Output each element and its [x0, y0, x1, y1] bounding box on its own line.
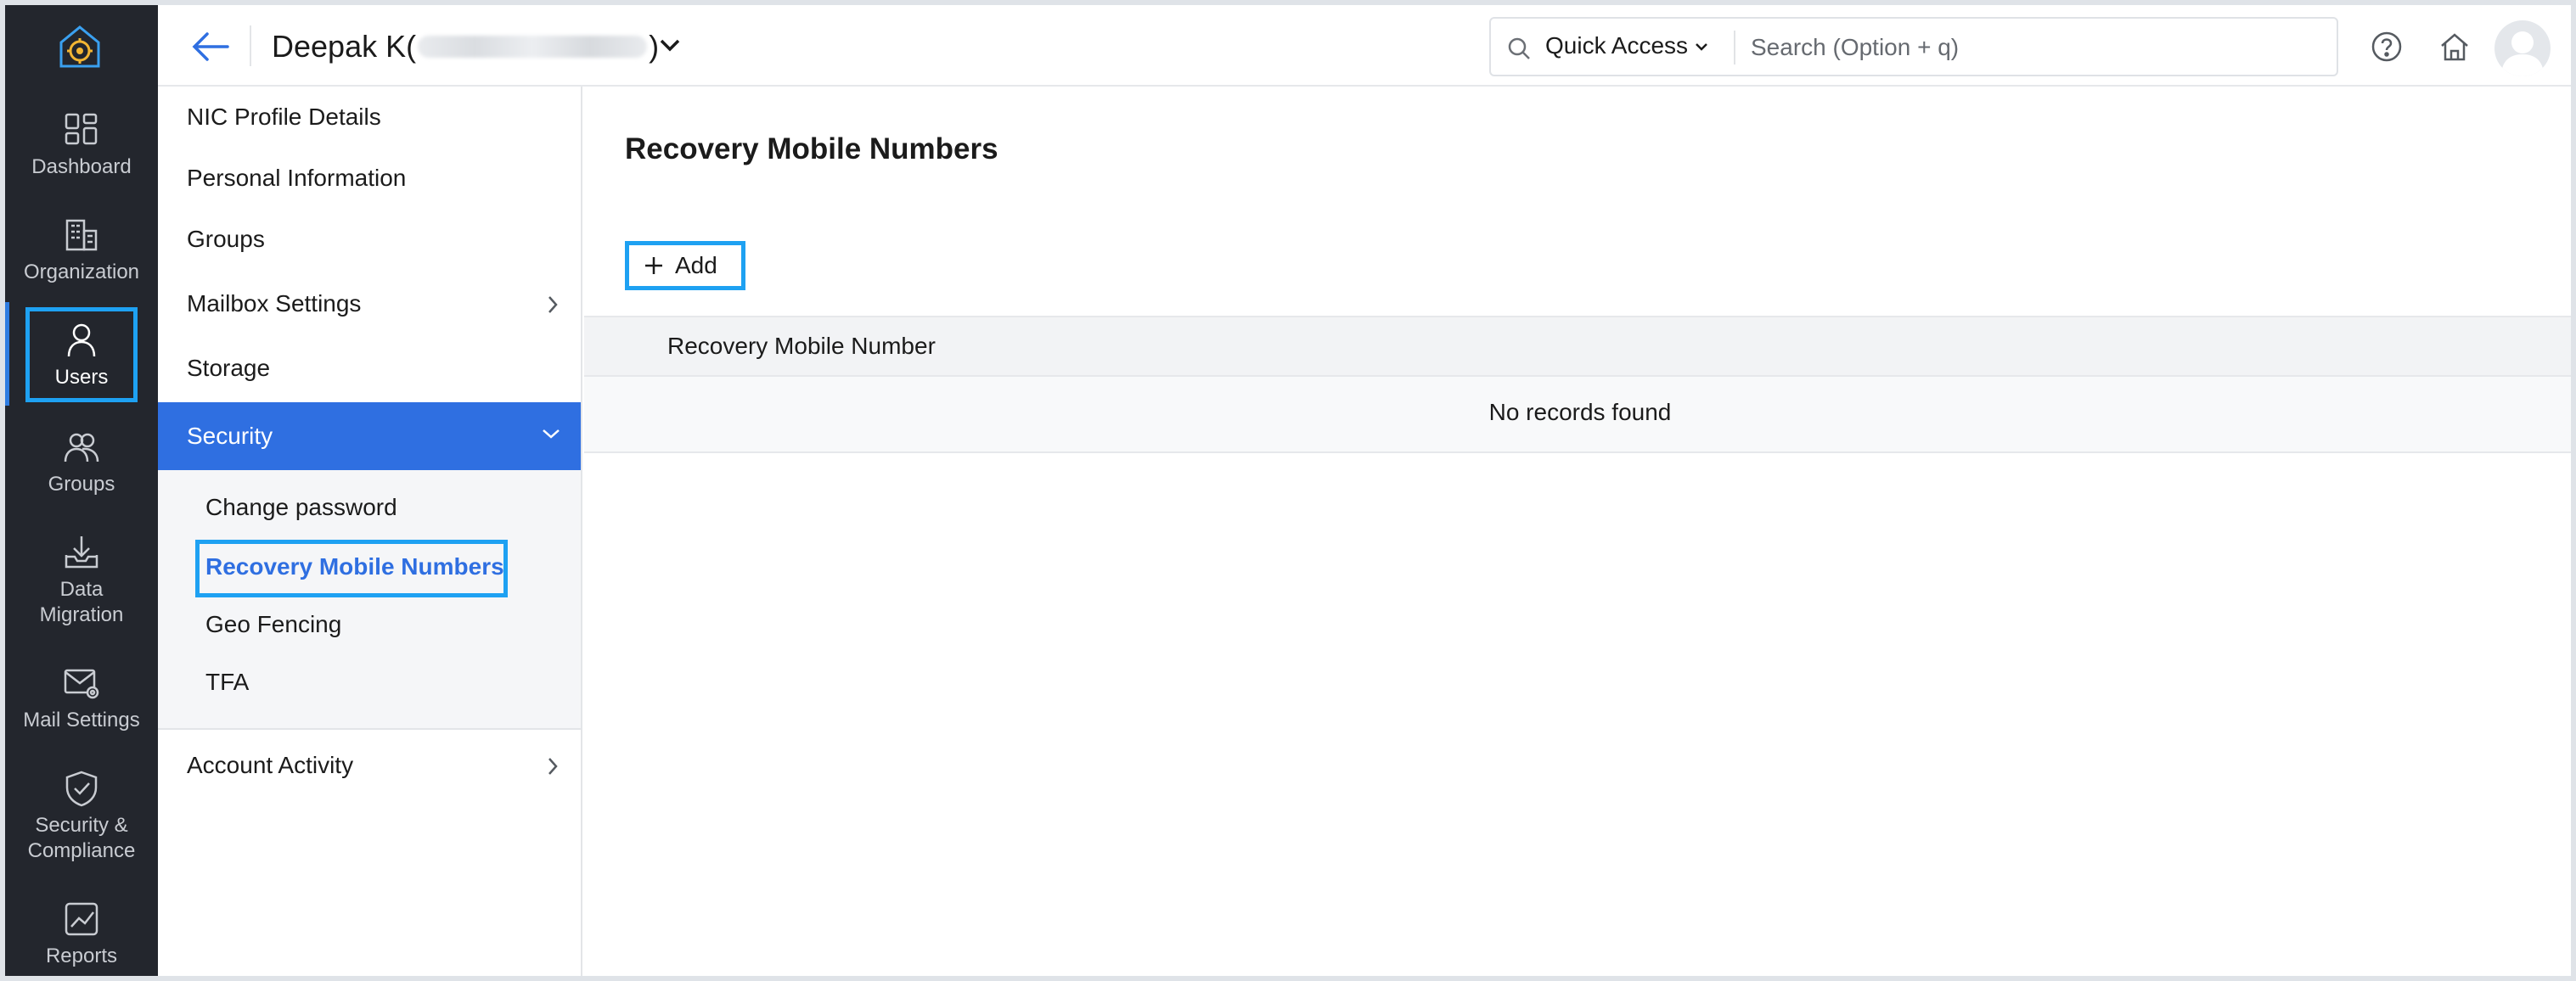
app-logo-icon[interactable] [56, 24, 104, 71]
back-arrow-icon[interactable] [190, 29, 231, 64]
add-button-label: Add [675, 252, 717, 278]
rail-item-label: Groups [48, 473, 115, 496]
column-header-recovery-mobile-number: Recovery Mobile Number [667, 333, 936, 359]
rail-item-reports[interactable]: Reports [5, 900, 158, 969]
divider [250, 25, 251, 66]
search-bar: Quick Access [1489, 17, 2338, 76]
rail-item-label: Mail Settings [23, 709, 140, 732]
rail-item-label: Users [54, 366, 109, 389]
nav-item-label: Groups [187, 226, 265, 252]
app-rail: Dashboard Organization Users Groups Data… [5, 5, 158, 976]
chevron-right-icon [548, 296, 558, 313]
rail-item-label: Reports [45, 945, 118, 967]
nav-item-label: NIC Profile Details [187, 104, 381, 130]
rail-item-label-line2: Compliance [27, 839, 136, 862]
search-icon [1508, 37, 1530, 59]
rail-item-label: Dashboard [31, 155, 132, 178]
rail-item-dashboard[interactable]: Dashboard [5, 110, 158, 180]
chevron-down-icon[interactable] [659, 37, 681, 54]
empty-state-message: No records found [1488, 399, 1672, 425]
page-title: Recovery Mobile Numbers [625, 132, 998, 165]
nav-item-label: Mailbox Settings [187, 290, 362, 317]
top-bar: Deepak K( ) Quick Access [158, 5, 2571, 87]
plus-icon [645, 257, 662, 274]
mail-settings-icon [64, 669, 99, 699]
avatar-placeholder-icon [2501, 31, 2544, 76]
app-window: Dashboard Organization Users Groups Data… [0, 0, 2576, 981]
rail-item-mail-settings[interactable]: Mail Settings [5, 664, 158, 733]
reports-icon [65, 902, 98, 936]
groups-icon [64, 433, 99, 462]
search-input[interactable] [1751, 27, 2311, 68]
nav-item-mailbox-settings[interactable]: Mailbox Settings [158, 273, 581, 334]
table-row: No records found [584, 377, 2571, 453]
subnav-item-geo-fencing[interactable]: Geo Fencing [205, 608, 341, 642]
user-icon [67, 323, 96, 357]
redacted-email [418, 36, 648, 58]
rail-item-label: Data [59, 578, 104, 601]
add-button[interactable]: Add [625, 241, 745, 290]
quick-access-dropdown[interactable]: Quick Access [1545, 32, 1688, 59]
subnav-item-recovery-mobile-numbers[interactable]: Recovery Mobile Numbers [205, 550, 504, 584]
nav-item-security[interactable]: Security [158, 402, 581, 470]
chevron-down-icon[interactable] [1695, 42, 1708, 53]
rail-item-label: Organization [23, 261, 140, 283]
rail-item-organization[interactable]: Organization [5, 216, 158, 285]
rail-item-data-migration[interactable]: Data Migration [5, 533, 158, 628]
data-migration-icon [65, 536, 98, 569]
nav-item-account-activity[interactable]: Account Activity [158, 735, 581, 796]
security-submenu: Change password Recovery Mobile Numbers … [158, 470, 581, 730]
chevron-right-icon [548, 758, 558, 775]
nav-item-label: Security [187, 423, 273, 449]
user-settings-nav: NIC Profile Details Personal Information… [158, 87, 582, 976]
user-name-selector[interactable]: Deepak K( ) [272, 29, 659, 64]
rail-item-users[interactable]: Users [5, 321, 158, 390]
rail-item-groups[interactable]: Groups [5, 428, 158, 497]
rail-item-security-compliance[interactable]: Security & Compliance [5, 769, 158, 864]
main-content: Recovery Mobile Numbers Add Recovery Mob… [584, 87, 2571, 976]
dashboard-icon [65, 113, 98, 145]
rail-item-label-line2: Migration [39, 603, 124, 626]
subnav-item-change-password[interactable]: Change password [205, 490, 397, 524]
nav-item-personal-information[interactable]: Personal Information [158, 148, 581, 209]
nav-item-groups[interactable]: Groups [158, 209, 581, 270]
user-name-suffix: ) [649, 29, 660, 64]
nav-item-label: Personal Information [187, 165, 407, 191]
rail-item-label: Security & [35, 814, 128, 837]
organization-icon [65, 219, 98, 251]
avatar[interactable] [2494, 20, 2551, 76]
user-name-prefix: Deepak K( [272, 29, 417, 64]
nav-item-nic-profile[interactable]: NIC Profile Details [158, 87, 581, 148]
nav-item-label: Storage [187, 355, 271, 381]
divider [1734, 31, 1735, 64]
shield-check-icon [65, 771, 98, 807]
subnav-item-tfa[interactable]: TFA [205, 665, 249, 699]
help-icon[interactable] [2371, 31, 2403, 63]
nav-item-label: Account Activity [187, 752, 354, 778]
nav-item-storage[interactable]: Storage [158, 338, 581, 399]
chevron-down-icon [543, 429, 560, 439]
table-header: Recovery Mobile Number [584, 316, 2571, 377]
home-icon[interactable] [2438, 31, 2471, 63]
